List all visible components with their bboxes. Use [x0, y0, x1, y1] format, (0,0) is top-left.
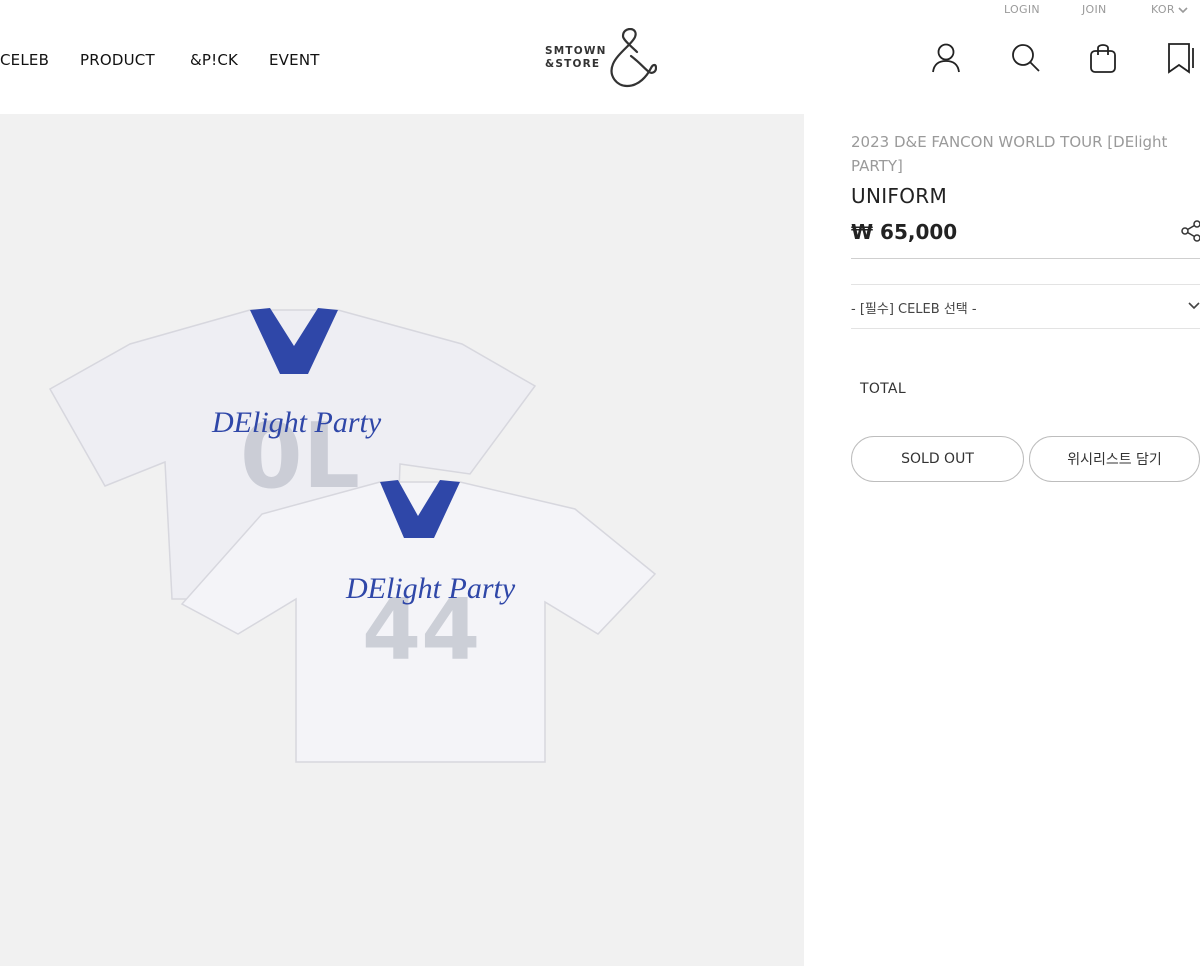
- logo-line-1: SMTOWN: [545, 45, 607, 57]
- product-image: 0L DElight Party 44 DElight Party: [0, 114, 804, 966]
- divider: [851, 258, 1200, 259]
- share-icon[interactable]: [1181, 220, 1200, 242]
- nav-item-pick[interactable]: &P!CK: [190, 51, 238, 69]
- jersey-illustration: 0L DElight Party 44 DElight Party: [48, 308, 657, 763]
- ampersand-logo-mark: [610, 28, 657, 88]
- bookmark-icon[interactable]: [1163, 40, 1199, 76]
- divider: [851, 328, 1200, 329]
- bag-icon[interactable]: [1085, 40, 1121, 76]
- product-title: UNIFORM: [851, 184, 947, 208]
- divider: [851, 284, 1200, 285]
- sold-out-button[interactable]: SOLD OUT: [851, 436, 1024, 482]
- language-selector[interactable]: KOR: [1151, 3, 1188, 16]
- site-logo[interactable]: SMTOWN &STORE: [545, 28, 657, 92]
- nav-item-product[interactable]: PRODUCT: [80, 51, 155, 69]
- chevron-down-icon: [1188, 302, 1200, 310]
- product-subtitle: 2023 D&E FANCON WORLD TOUR [DElight PART…: [851, 133, 1168, 175]
- logo-line-2: &STORE: [545, 58, 601, 70]
- celeb-option-select[interactable]: - [필수] CELEB 선택 -: [851, 298, 1200, 317]
- language-label: KOR: [1151, 3, 1175, 16]
- nav-item-celeb[interactable]: CELEB: [0, 51, 49, 69]
- jersey-text-back: DElight Party: [211, 406, 382, 439]
- join-link[interactable]: JOIN: [1082, 3, 1107, 16]
- product-price: ₩ 65,000: [851, 220, 958, 244]
- chevron-down-icon: [1178, 6, 1188, 13]
- add-to-wishlist-button[interactable]: 위시리스트 담기: [1029, 436, 1200, 482]
- product-info: 2023 D&E FANCON WORLD TOUR [DElight PART…: [851, 130, 1200, 244]
- search-icon[interactable]: [1008, 40, 1044, 76]
- total-label: TOTAL: [860, 381, 906, 397]
- user-icon[interactable]: [928, 40, 964, 76]
- jersey-text-front: DElight Party: [345, 572, 516, 605]
- option-placeholder: - [필수] CELEB 선택 -: [851, 302, 977, 317]
- nav-item-event[interactable]: EVENT: [269, 51, 320, 69]
- login-link[interactable]: LOGIN: [1004, 3, 1040, 16]
